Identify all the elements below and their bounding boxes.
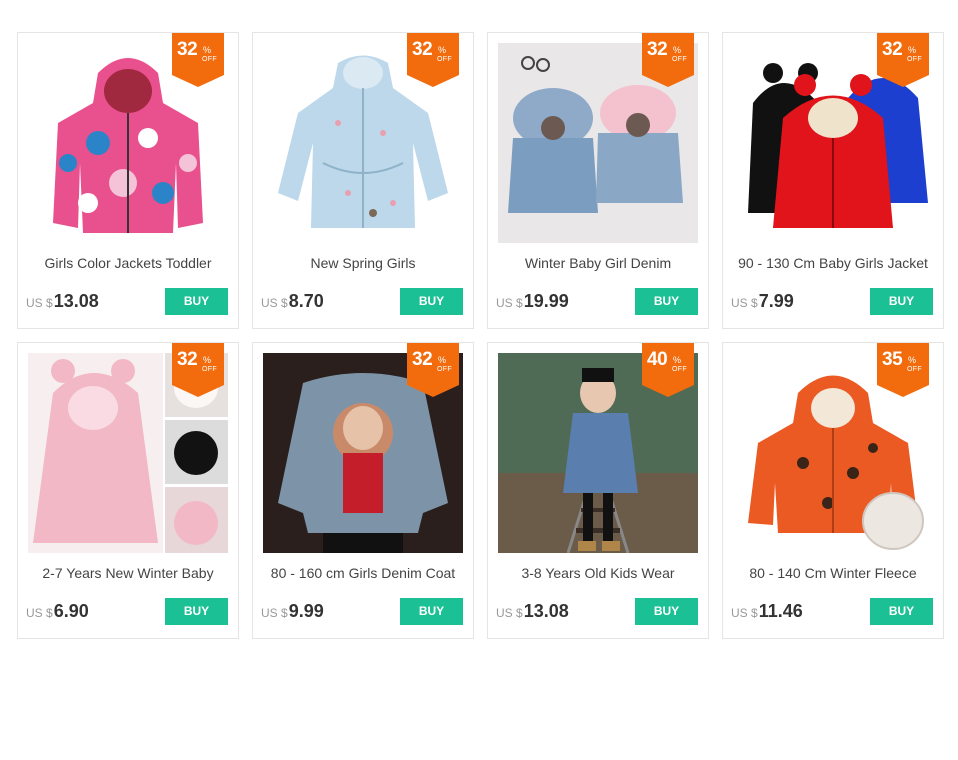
off-label: OFF	[672, 366, 687, 373]
price: US $19.99	[496, 291, 569, 312]
percent-symbol: %	[203, 45, 212, 55]
discount-badge: 40 % OFF	[642, 343, 694, 397]
percent-symbol: %	[203, 355, 212, 365]
price-amount: 13.08	[53, 291, 99, 311]
product-title[interactable]: 80 - 160 cm Girls Denim Coat	[253, 565, 473, 581]
discount-badge: 32 % OFF	[172, 343, 224, 397]
product-card[interactable]: 32 % OFF Girls Color Jackets Toddler US …	[17, 32, 239, 329]
currency-label: US $	[496, 606, 523, 620]
buy-button[interactable]: BUY	[635, 288, 698, 315]
percent-symbol: %	[908, 355, 917, 365]
discount-value: 40	[647, 349, 668, 370]
buy-button[interactable]: BUY	[870, 288, 933, 315]
currency-label: US $	[26, 606, 53, 620]
percent-symbol: %	[438, 45, 447, 55]
product-grid: 32 % OFF Girls Color Jackets Toddler US …	[17, 32, 944, 639]
discount-value: 32	[177, 349, 198, 370]
product-card[interactable]: 32 % OFF 90 - 130 Cm Baby Girls Jacket U…	[722, 32, 944, 329]
currency-label: US $	[731, 606, 758, 620]
buy-button[interactable]: BUY	[635, 598, 698, 625]
discount-badge: 32 % OFF	[407, 343, 459, 397]
discount-value: 32	[647, 39, 668, 60]
currency-label: US $	[261, 606, 288, 620]
product-title[interactable]: 90 - 130 Cm Baby Girls Jacket	[723, 255, 943, 271]
off-label: OFF	[437, 366, 452, 373]
price-amount: 11.46	[758, 601, 803, 621]
price-amount: 13.08	[523, 601, 569, 621]
off-label: OFF	[907, 56, 922, 63]
product-card[interactable]: 40 % OFF 3-8 Years Old Kids Wear US $13.…	[487, 342, 709, 639]
product-title[interactable]: 80 - 140 Cm Winter Fleece	[723, 565, 943, 581]
product-title[interactable]: New Spring Girls	[253, 255, 473, 271]
product-card[interactable]: 32 % OFF 2-7 Years New Winter Baby US $6…	[17, 342, 239, 639]
discount-value: 32	[882, 39, 903, 60]
product-card[interactable]: 32 % OFF New Spring Girls US $8.70 BUY	[252, 32, 474, 329]
discount-value: 32	[412, 39, 433, 60]
currency-label: US $	[731, 296, 758, 310]
discount-value: 32	[412, 349, 433, 370]
price: US $7.99	[731, 291, 794, 312]
price: US $11.46	[731, 601, 803, 622]
off-label: OFF	[437, 56, 452, 63]
off-label: OFF	[202, 366, 217, 373]
price: US $13.08	[26, 291, 99, 312]
price-amount: 9.99	[288, 601, 324, 621]
percent-symbol: %	[438, 355, 447, 365]
currency-label: US $	[496, 296, 523, 310]
product-card[interactable]: 35 % OFF 80 - 140 Cm Winter Fleece US $1…	[722, 342, 944, 639]
price: US $9.99	[261, 601, 324, 622]
discount-badge: 32 % OFF	[877, 33, 929, 87]
price: US $13.08	[496, 601, 569, 622]
buy-button[interactable]: BUY	[400, 288, 463, 315]
discount-value: 35	[882, 349, 903, 370]
buy-button[interactable]: BUY	[870, 598, 933, 625]
price: US $8.70	[261, 291, 324, 312]
buy-button[interactable]: BUY	[165, 598, 228, 625]
product-card[interactable]: 32 % OFF Winter Baby Girl Denim US $19.9…	[487, 32, 709, 329]
percent-symbol: %	[908, 45, 917, 55]
product-title[interactable]: Winter Baby Girl Denim	[488, 255, 708, 271]
price-amount: 7.99	[758, 291, 794, 311]
product-title[interactable]: 3-8 Years Old Kids Wear	[488, 565, 708, 581]
discount-badge: 32 % OFF	[172, 33, 224, 87]
product-title[interactable]: 2-7 Years New Winter Baby	[18, 565, 238, 581]
percent-symbol: %	[673, 45, 682, 55]
off-label: OFF	[907, 366, 922, 373]
price-amount: 6.90	[53, 601, 89, 621]
discount-value: 32	[177, 39, 198, 60]
price-amount: 19.99	[523, 291, 569, 311]
buy-button[interactable]: BUY	[400, 598, 463, 625]
currency-label: US $	[26, 296, 53, 310]
discount-badge: 32 % OFF	[407, 33, 459, 87]
off-label: OFF	[672, 56, 687, 63]
discount-badge: 32 % OFF	[642, 33, 694, 87]
product-card[interactable]: 32 % OFF 80 - 160 cm Girls Denim Coat US…	[252, 342, 474, 639]
price: US $6.90	[26, 601, 89, 622]
buy-button[interactable]: BUY	[165, 288, 228, 315]
product-title[interactable]: Girls Color Jackets Toddler	[18, 255, 238, 271]
price-amount: 8.70	[288, 291, 324, 311]
percent-symbol: %	[673, 355, 682, 365]
discount-badge: 35 % OFF	[877, 343, 929, 397]
currency-label: US $	[261, 296, 288, 310]
off-label: OFF	[202, 56, 217, 63]
